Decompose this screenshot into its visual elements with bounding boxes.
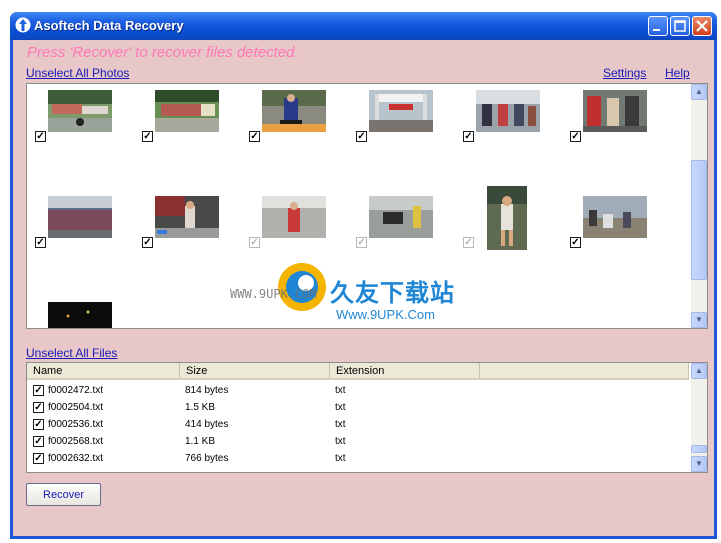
photo-thumbnail[interactable] (155, 196, 219, 238)
file-extension: txt (335, 385, 346, 396)
photo-thumbnail[interactable] (369, 196, 433, 238)
client-area: Press 'Recover' to recover files detecte… (13, 40, 714, 536)
photo-thumbnail[interactable] (369, 90, 433, 132)
photo-checkbox[interactable]: ✓ (142, 131, 153, 142)
column-header-empty (480, 363, 689, 380)
file-extension: txt (335, 402, 346, 413)
file-size: 1.5 KB (185, 402, 216, 413)
scroll-up-button[interactable]: ▲ (691, 363, 707, 379)
photo-checkbox[interactable]: ✓ (570, 237, 581, 248)
photo-grid-scrollbar[interactable]: ▲ ▼ (691, 84, 707, 328)
file-checkbox[interactable]: ✓ (33, 385, 44, 396)
photo-thumbnail[interactable] (487, 186, 527, 250)
photo-thumbnail[interactable] (48, 196, 112, 238)
table-row[interactable]: ✓ f0002632.txt 766 bytes txt (27, 450, 689, 467)
app-logo-icon (15, 17, 31, 33)
photo-thumbnail[interactable] (583, 196, 647, 238)
photo-checkbox[interactable]: ✓ (35, 237, 46, 248)
file-name: f0002632.txt (48, 453, 104, 464)
photo-thumbnail[interactable] (262, 196, 326, 238)
file-list-scrollbar[interactable]: ▲ ▼ (691, 363, 707, 472)
column-header-name[interactable]: Name (27, 363, 180, 380)
unselect-all-files-link[interactable]: Unselect All Files (26, 346, 117, 360)
photo-thumbnail[interactable] (48, 90, 112, 132)
file-size: 1.1 KB (185, 436, 216, 447)
photo-checkbox[interactable]: ✓ (249, 237, 260, 248)
minimize-icon (653, 29, 660, 31)
unselect-all-photos-link[interactable]: Unselect All Photos (26, 66, 129, 80)
minimize-button[interactable] (648, 16, 668, 36)
photo-checkbox[interactable]: ✓ (142, 237, 153, 248)
instruction-text: Press 'Recover' to recover files detecte… (27, 44, 299, 61)
photo-thumbnail[interactable] (48, 302, 112, 328)
file-checkbox[interactable]: ✓ (33, 419, 44, 430)
scroll-up-button[interactable]: ▲ (691, 84, 707, 100)
photo-thumbnail[interactable] (155, 90, 219, 132)
photo-checkbox[interactable]: ✓ (356, 131, 367, 142)
window-title: Asoftech Data Recovery (34, 18, 184, 33)
table-row[interactable]: ✓ f0002536.txt 414 bytes txt (27, 416, 689, 433)
file-checkbox[interactable]: ✓ (33, 436, 44, 447)
scroll-down-button[interactable]: ▼ (691, 456, 707, 472)
file-size: 414 bytes (185, 419, 229, 430)
photo-grid: ✓ ✓ ✓ ✓ ✓ ✓ ✓ ✓ ✓ ✓ ✓ ✓ ▲ ▼ (26, 83, 708, 329)
table-row[interactable]: ✓ f0002472.txt 814 bytes txt (27, 382, 689, 399)
settings-link[interactable]: Settings (603, 66, 646, 80)
photo-checkbox[interactable]: ✓ (35, 131, 46, 142)
recover-button[interactable]: Recover (26, 483, 101, 506)
maximize-icon (674, 20, 686, 32)
close-icon (696, 20, 708, 32)
column-header-size[interactable]: Size (180, 363, 330, 380)
photo-checkbox[interactable]: ✓ (463, 131, 474, 142)
file-extension: txt (335, 436, 346, 447)
file-name: f0002568.txt (48, 436, 104, 447)
file-checkbox[interactable]: ✓ (33, 402, 44, 413)
scroll-down-button[interactable]: ▼ (691, 312, 707, 328)
photo-thumbnail[interactable] (583, 90, 647, 132)
file-name: f0002536.txt (48, 419, 104, 430)
photo-checkbox[interactable]: ✓ (463, 237, 474, 248)
file-list: Name Size Extension ✓ f0002472.txt 814 b… (26, 362, 708, 473)
file-size: 766 bytes (185, 453, 229, 464)
photo-checkbox[interactable]: ✓ (356, 237, 367, 248)
photo-thumbnail[interactable] (262, 90, 326, 132)
scroll-thumb[interactable] (691, 160, 707, 280)
table-row[interactable]: ✓ f0002568.txt 1.1 KB txt (27, 433, 689, 450)
file-size: 814 bytes (185, 385, 229, 396)
close-button[interactable] (692, 16, 712, 36)
file-checkbox[interactable]: ✓ (33, 453, 44, 464)
file-extension: txt (335, 419, 346, 430)
file-name: f0002504.txt (48, 402, 104, 413)
app-window: Asoftech Data Recovery Press 'Recover' t… (10, 12, 717, 539)
column-header-extension[interactable]: Extension (330, 363, 480, 380)
file-name: f0002472.txt (48, 385, 104, 396)
photo-checkbox[interactable]: ✓ (570, 131, 581, 142)
title-bar[interactable]: Asoftech Data Recovery (10, 12, 717, 40)
table-row[interactable]: ✓ f0002504.txt 1.5 KB txt (27, 399, 689, 416)
help-link[interactable]: Help (665, 66, 690, 80)
scroll-thumb[interactable] (691, 445, 707, 453)
maximize-button[interactable] (670, 16, 690, 36)
photo-checkbox[interactable]: ✓ (249, 131, 260, 142)
photo-thumbnail[interactable] (476, 90, 540, 132)
file-extension: txt (335, 453, 346, 464)
